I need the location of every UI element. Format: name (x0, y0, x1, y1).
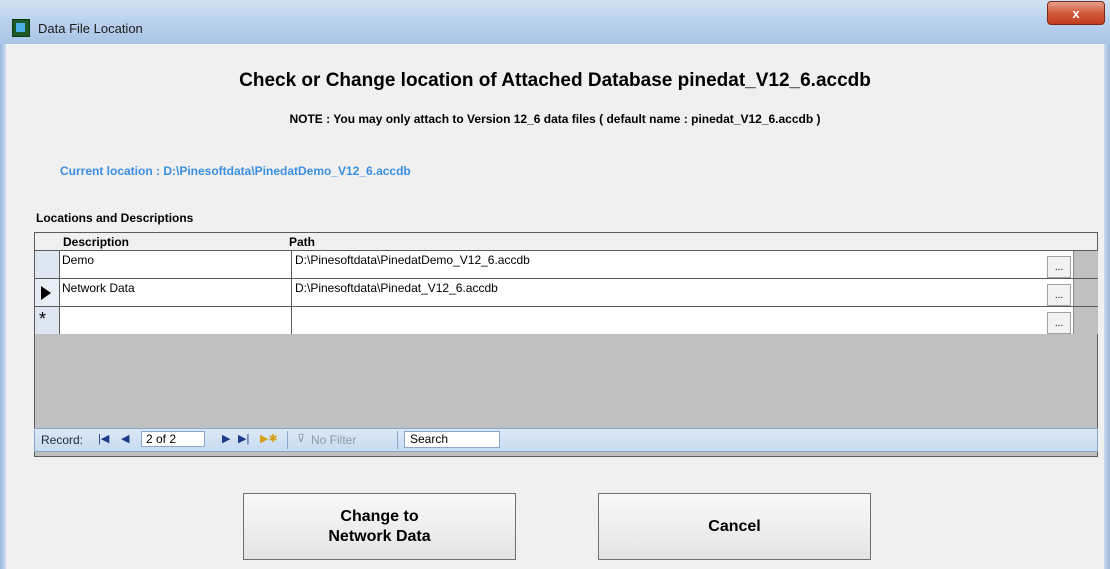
record-label: Record: (41, 433, 84, 447)
record-navigator: Record: |◀ ◀ 2 of 2 ▶ ▶| ▶✱ ⊽ No Filter … (34, 428, 1098, 452)
navigator-divider (287, 431, 288, 449)
last-record-icon[interactable]: ▶| (238, 432, 249, 445)
row-selector[interactable] (35, 279, 60, 306)
row-tail (1073, 251, 1098, 278)
cell-description[interactable]: Network Data (60, 279, 292, 306)
dialog-heading: Check or Change location of Attached Dat… (239, 70, 871, 91)
new-record-star-icon: * (39, 309, 47, 329)
row-tail (1073, 307, 1098, 334)
window-title: Data File Location (38, 21, 143, 36)
locations-grid: Description Path Demo D:\Pinesoftdata\Pi… (34, 232, 1098, 457)
next-record-icon[interactable]: ▶ (222, 432, 230, 445)
browse-button[interactable]: ... (1047, 312, 1071, 334)
cancel-button[interactable]: Cancel (598, 493, 871, 560)
row-selector[interactable]: * (35, 307, 60, 334)
column-header-description: Description (63, 235, 130, 249)
app-icon (12, 19, 30, 37)
cell-description[interactable] (60, 307, 292, 334)
cell-path[interactable]: D:\Pinesoftdata\Pinedat_V12_6.accdb (293, 279, 1047, 306)
cell-path[interactable]: D:\Pinesoftdata\PinedatDemo_V12_6.accdb (293, 251, 1047, 278)
first-record-icon[interactable]: |◀ (98, 432, 109, 445)
table-row[interactable]: Demo D:\Pinesoftdata\PinedatDemo_V12_6.a… (35, 250, 1098, 278)
navigator-divider (397, 431, 398, 449)
table-row-new[interactable]: * ... (35, 306, 1098, 334)
change-button-label: Change to Network Data (328, 507, 430, 547)
column-header-path: Path (289, 235, 316, 249)
change-button-line2: Network Data (328, 527, 431, 545)
browse-button[interactable]: ... (1047, 284, 1071, 306)
change-button-line1: Change to (340, 507, 419, 525)
row-selector[interactable] (35, 251, 60, 278)
filter-icon[interactable]: ⊽ (297, 432, 305, 445)
new-record-icon[interactable]: ▶✱ (260, 432, 278, 445)
grid-header: Description Path (35, 233, 1097, 250)
locations-label: Locations and Descriptions (36, 211, 194, 225)
change-to-network-data-button[interactable]: Change to Network Data (243, 493, 516, 560)
title-bar: Data File Location x (0, 0, 1110, 45)
window-frame-right (1104, 44, 1110, 569)
search-input[interactable]: Search (404, 431, 500, 448)
version-note: NOTE : You may only attach to Version 12… (289, 112, 821, 126)
cell-path[interactable] (293, 307, 1047, 334)
cell-description[interactable]: Demo (60, 251, 292, 278)
close-button[interactable]: x (1047, 1, 1105, 25)
row-tail (1073, 279, 1098, 306)
dialog-body: Check or Change location of Attached Dat… (6, 44, 1104, 569)
current-location: Current location : D:\Pinesoftdata\Pined… (60, 164, 411, 178)
dialog-window: Data File Location x Check or Change loc… (0, 0, 1110, 569)
record-number-input[interactable]: 2 of 2 (141, 431, 205, 447)
no-filter-button[interactable]: No Filter (311, 433, 356, 447)
browse-button[interactable]: ... (1047, 256, 1071, 278)
current-record-arrow-icon (41, 286, 51, 300)
close-icon: x (1072, 5, 1080, 21)
table-row[interactable]: Network Data D:\Pinesoftdata\Pinedat_V12… (35, 278, 1098, 306)
prev-record-icon[interactable]: ◀ (121, 432, 129, 445)
